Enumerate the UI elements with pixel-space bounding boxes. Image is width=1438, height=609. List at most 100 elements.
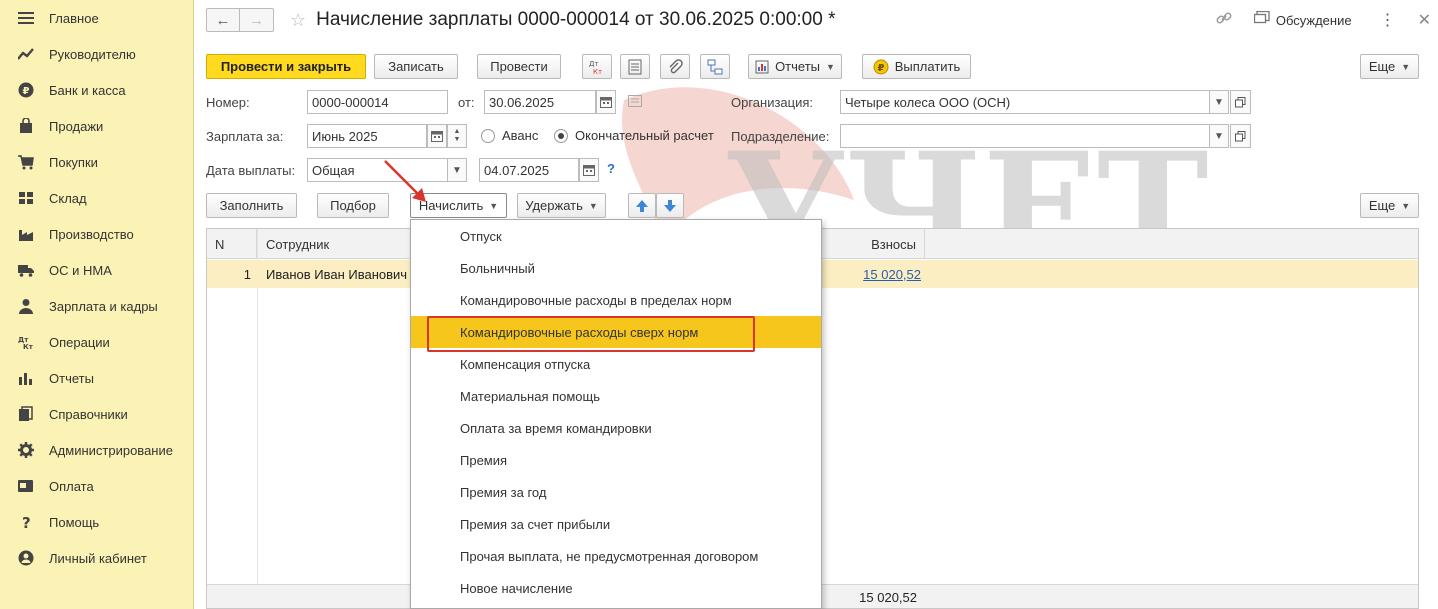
- arrow-right-icon: →: [249, 11, 264, 29]
- period-spinner[interactable]: ▲ ▼: [447, 124, 467, 148]
- title-bar: ← → ☆ Начисление зарплаты 0000-000014 от…: [206, 7, 1431, 33]
- main-area: УЧЕТ БЕЗ ЗАБОТ ← → ☆ Начисление зарплаты…: [194, 0, 1438, 609]
- caret-down-icon: ▼: [1401, 61, 1411, 72]
- menu-item-vacation-compensation[interactable]: Компенсация отпуска: [411, 348, 821, 380]
- spin-down-icon[interactable]: ▼: [454, 136, 461, 144]
- sidebar-item-catalogs[interactable]: Справочники: [0, 396, 193, 432]
- row-contributions-link[interactable]: 15 020,52: [821, 260, 921, 288]
- number-label: Номер:: [206, 95, 250, 110]
- withhold-dropdown[interactable]: Удержать ▼: [517, 193, 606, 218]
- menu-item-travel-within-norms[interactable]: Командировочные расходы в пределах норм: [411, 284, 821, 316]
- back-button[interactable]: ←: [206, 8, 240, 32]
- help-link[interactable]: ?: [607, 161, 615, 176]
- date-input[interactable]: 30.06.2025: [484, 90, 596, 114]
- favorite-star-icon[interactable]: ☆: [290, 10, 306, 31]
- sidebar-item-sales[interactable]: Продажи: [0, 108, 193, 144]
- move-up-button[interactable]: [628, 193, 656, 218]
- menu-item-bonus[interactable]: Премия: [411, 444, 821, 476]
- title-actions: Обсуждение ⋮ ✕: [1198, 7, 1431, 33]
- paydate-calendar-button[interactable]: [579, 158, 599, 182]
- menu-item-financial-aid[interactable]: Материальная помощь: [411, 380, 821, 412]
- sidebar-item-operations[interactable]: Дт Кт Операции: [0, 324, 193, 360]
- caret-down-icon: ▼: [1401, 200, 1411, 211]
- sidebar-item-main[interactable]: Главное: [0, 0, 193, 36]
- sidebar-item-admin[interactable]: Администрирование: [0, 432, 193, 468]
- number-input[interactable]: 0000-000014: [307, 90, 448, 114]
- spin-up-icon[interactable]: ▲: [454, 128, 461, 136]
- caret-down-icon: ▼: [489, 200, 499, 211]
- menu-item-new-accrual[interactable]: Новое начисление: [411, 572, 821, 604]
- menu-item-sick-leave[interactable]: Больничный: [411, 252, 821, 284]
- sidebar-item-help[interactable]: ? Помощь: [0, 504, 193, 540]
- fill-button[interactable]: Заполнить: [206, 193, 297, 218]
- sidebar-item-label: Склад: [49, 190, 87, 206]
- account-icon: [18, 550, 34, 566]
- discussion-link[interactable]: Обсуждение: [1276, 13, 1352, 28]
- sidebar-item-payment[interactable]: Оплата: [0, 468, 193, 504]
- sidebar-item-assets[interactable]: ОС и НМА: [0, 252, 193, 288]
- sidebar-item-manager[interactable]: Руководителю: [0, 36, 193, 72]
- discussion-icon[interactable]: [1253, 10, 1270, 30]
- organization-dropdown-button[interactable]: ▼: [1209, 90, 1229, 114]
- organization-open-button[interactable]: [1230, 90, 1251, 114]
- sidebar-item-label: Производство: [49, 226, 134, 242]
- column-header-n[interactable]: N: [207, 229, 257, 259]
- calendar-icon: [431, 131, 443, 142]
- structure-icon: [707, 59, 723, 74]
- sidebar-item-purchases[interactable]: Покупки: [0, 144, 193, 180]
- move-down-button[interactable]: [656, 193, 684, 218]
- radio-advance[interactable]: Аванс: [481, 128, 538, 143]
- radio-final[interactable]: Окончательный расчет: [554, 128, 714, 143]
- menu-item-vacation[interactable]: Отпуск: [411, 220, 821, 252]
- close-icon[interactable]: ✕: [1418, 10, 1431, 30]
- division-open-button[interactable]: [1230, 124, 1251, 148]
- post-button[interactable]: Провести: [477, 54, 561, 79]
- calendar-button[interactable]: [596, 90, 616, 114]
- menu-item-profit-bonus[interactable]: Премия за счет прибыли: [411, 508, 821, 540]
- forward-button[interactable]: →: [240, 8, 274, 32]
- post-and-close-button[interactable]: Провести и закрыть: [206, 54, 366, 79]
- division-input[interactable]: [840, 124, 1210, 148]
- pay-button[interactable]: ₽ Выплатить: [862, 54, 971, 79]
- trend-icon: [18, 46, 34, 62]
- paydate-input[interactable]: 04.07.2025: [479, 158, 579, 182]
- document-icon[interactable]: [628, 95, 642, 110]
- save-button[interactable]: Записать: [374, 54, 458, 79]
- select-button[interactable]: Подбор: [317, 193, 389, 218]
- total-contributions: 15 020,52: [859, 589, 917, 605]
- more-button[interactable]: Еще ▼: [1360, 54, 1419, 79]
- arrow-up-icon: [636, 199, 648, 212]
- sidebar-item-salary[interactable]: Зарплата и кадры: [0, 288, 193, 324]
- sidebar-item-bank[interactable]: ₽ Банк и касса: [0, 72, 193, 108]
- paydate-type-dropdown-button[interactable]: ▼: [447, 158, 467, 182]
- print-list-button[interactable]: [620, 54, 650, 79]
- menu-item-annual-bonus[interactable]: Премия за год: [411, 476, 821, 508]
- attach-button[interactable]: [660, 54, 690, 79]
- table-more-label: Еще: [1368, 198, 1396, 213]
- sidebar-item-account[interactable]: Личный кабинет: [0, 540, 193, 576]
- link-icon[interactable]: [1216, 10, 1232, 31]
- menu-item-business-trip-pay[interactable]: Оплата за время командировки: [411, 412, 821, 444]
- organization-input[interactable]: Четыре колеса ООО (ОСН): [840, 90, 1210, 114]
- reports-dropdown[interactable]: Отчеты ▼: [748, 54, 842, 79]
- menu-item-other-payment[interactable]: Прочая выплата, не предусмотренная догов…: [411, 540, 821, 572]
- table-more-button[interactable]: Еще ▼: [1360, 193, 1419, 218]
- period-input[interactable]: Июнь 2025: [307, 124, 427, 148]
- caret-down-icon: ▼: [452, 164, 462, 176]
- sidebar-item-production[interactable]: Производство: [0, 216, 193, 252]
- withhold-label: Удержать: [525, 198, 583, 213]
- sidebar-item-label: Личный кабинет: [49, 550, 147, 566]
- column-header-contributions[interactable]: Взносы: [821, 229, 925, 259]
- caret-down-icon: ▼: [826, 61, 835, 72]
- sidebar-item-warehouse[interactable]: Склад: [0, 180, 193, 216]
- structure-button[interactable]: [700, 54, 730, 79]
- sidebar-item-reports[interactable]: Отчеты: [0, 360, 193, 396]
- more-vertical-icon[interactable]: ⋮: [1380, 10, 1396, 30]
- highlight-annotation-box: [427, 316, 755, 352]
- division-dropdown-button[interactable]: ▼: [1209, 124, 1229, 148]
- arrow-left-icon: ←: [215, 11, 231, 29]
- period-calendar-button[interactable]: [427, 124, 447, 148]
- calendar-icon: [600, 97, 612, 108]
- dt-kt-button[interactable]: Дт Кт: [582, 54, 612, 79]
- sidebar: Главное Руководителю ₽ Банк и касса Прод…: [0, 0, 194, 609]
